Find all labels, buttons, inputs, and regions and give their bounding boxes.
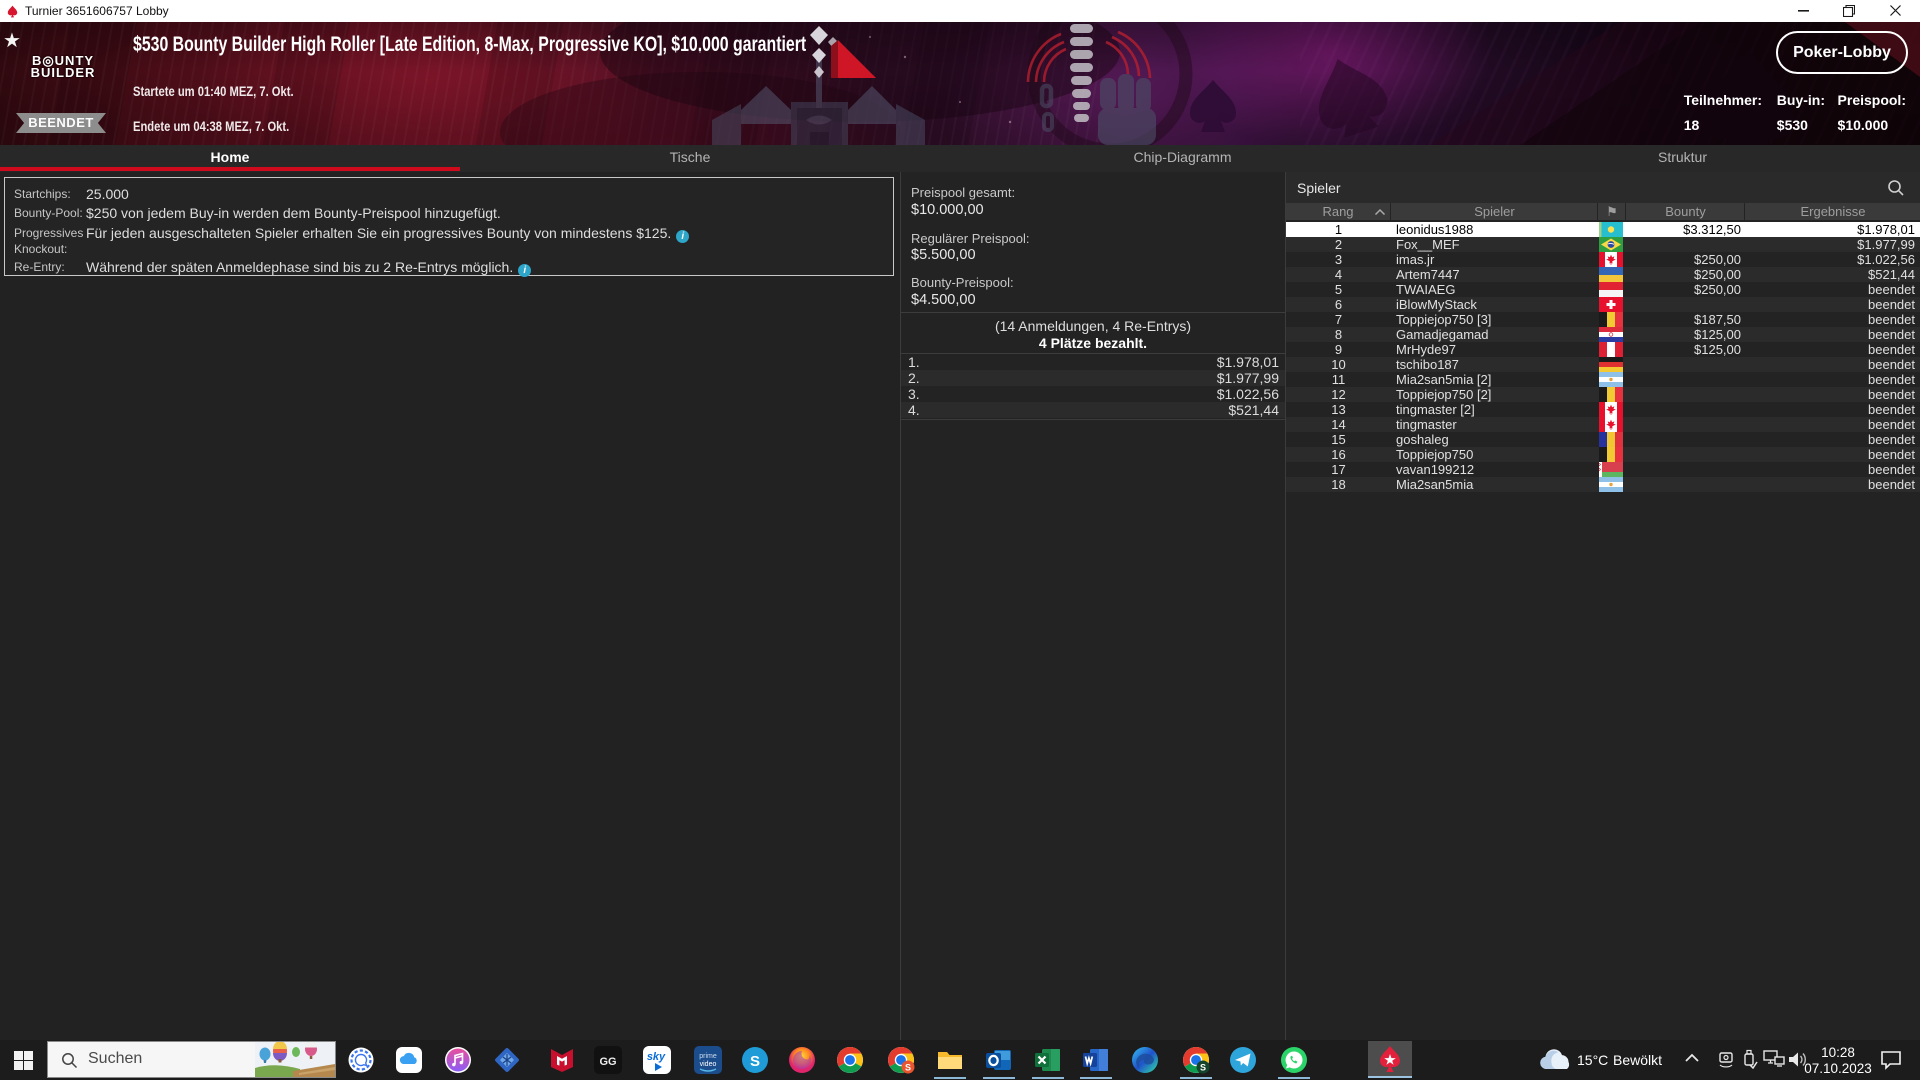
svg-text:sky: sky bbox=[647, 1051, 666, 1063]
svg-text:prime: prime bbox=[699, 1053, 717, 1060]
svg-text:video: video bbox=[700, 1061, 717, 1068]
svg-text:S: S bbox=[750, 1053, 760, 1070]
svg-text:S: S bbox=[1200, 1063, 1206, 1073]
svg-text:S: S bbox=[905, 1063, 911, 1073]
svg-text:GG: GG bbox=[599, 1056, 616, 1068]
